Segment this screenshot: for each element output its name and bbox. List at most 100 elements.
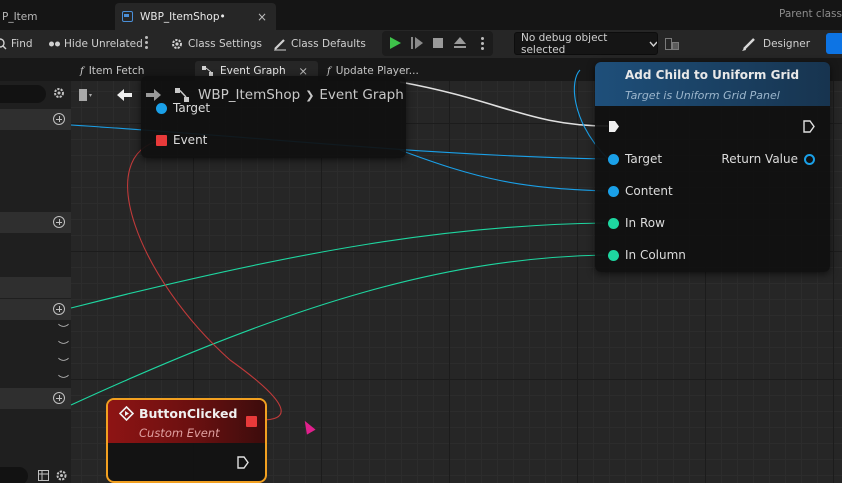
in-row-pin-label: In Row [625, 216, 665, 230]
document-tab-bar: P_Item WBP_ItemShop• × Parent class [0, 0, 842, 30]
gear-icon[interactable] [52, 86, 66, 100]
section-header-functions[interactable] [0, 212, 71, 233]
tab-item-label: P_Item [2, 10, 38, 23]
event-pin[interactable]: Event [156, 133, 207, 147]
hide-unrelated-label: Hide Unrelated [64, 38, 143, 50]
breadcrumb: WBP_ItemShop ❯ Event Graph [78, 82, 418, 108]
designer-label: Designer [763, 38, 811, 50]
gear-icon [172, 39, 182, 49]
parent-class-label: Parent class [778, 8, 842, 20]
section-header-dispatchers[interactable] [0, 388, 71, 409]
section-header-graphs[interactable] [0, 109, 71, 130]
in-column-pin[interactable]: In Column [608, 248, 686, 262]
exec-pin-icon[interactable] [803, 120, 815, 133]
chevron-down-icon[interactable]: ︶ [58, 338, 69, 354]
my-blueprint-panel: ︶ ︶ ︶ ︶ [0, 81, 71, 483]
toolbar-options-icon[interactable] [145, 36, 149, 50]
debug-object-select[interactable]: No debug object selected [514, 31, 658, 56]
target-pin[interactable]: Target [608, 152, 662, 166]
close-icon[interactable]: × [257, 10, 267, 24]
chevron-down-icon[interactable]: ︶ [58, 372, 69, 388]
int-pin-icon [608, 249, 619, 261]
button-clicked-custom-event-node[interactable]: ButtonClicked Custom Event [106, 398, 267, 483]
tab-wbp-itemshop-label: WBP_ItemShop• [140, 10, 226, 23]
forward-arrow-icon[interactable] [146, 88, 162, 102]
designer-icon [742, 38, 755, 51]
content-pin-label: Content [625, 184, 673, 198]
tab-item-fetch[interactable]: f Item Fetch [80, 61, 144, 81]
exec-pin-icon[interactable] [608, 120, 620, 133]
chevron-down-icon[interactable]: ︶ [58, 355, 69, 371]
in-column-pin-label: In Column [625, 248, 686, 262]
node-subtitle: Custom Event [139, 426, 220, 440]
find-button-label: Find [11, 38, 33, 50]
eject-icon[interactable] [454, 37, 467, 49]
node-subtitle: Target is Uniform Grid Panel [625, 89, 780, 102]
play-options-icon[interactable] [481, 37, 485, 51]
play-controls [382, 31, 493, 56]
blueprint-icon [122, 11, 133, 22]
class-defaults-button[interactable]: Class Defaults [273, 30, 366, 58]
pause-icon[interactable] [411, 37, 424, 50]
hide-unrelated-button[interactable]: Hide Unrelated [48, 30, 143, 58]
stop-icon[interactable] [433, 38, 444, 49]
function-icon: f [327, 65, 331, 77]
plus-circle-icon[interactable] [53, 392, 65, 404]
details-search-input[interactable] [0, 467, 28, 483]
table-view-icon[interactable] [38, 470, 49, 481]
function-icon: f [80, 65, 84, 77]
chevron-down-icon [649, 41, 657, 47]
play-icon[interactable] [389, 36, 402, 50]
delegate-pin-icon[interactable] [246, 416, 257, 427]
class-settings-label: Class Settings [188, 38, 263, 50]
find-button[interactable]: Find [0, 30, 33, 58]
return-value-pin[interactable]: Return Value [721, 152, 815, 166]
node-title: ButtonClicked [139, 406, 238, 421]
pencil-icon [274, 39, 286, 51]
blueprint-editor: P_Item WBP_ItemShop• × Parent class Find… [0, 0, 842, 483]
add-child-to-uniform-grid-node[interactable]: Add Child to Uniform Grid Target is Unif… [595, 62, 830, 272]
target-pin-label: Target [625, 152, 663, 166]
node-header: ButtonClicked Custom Event [108, 400, 265, 443]
exec-pin-icon[interactable] [237, 456, 249, 469]
delegate-pin-icon [156, 134, 167, 146]
section-header-macros[interactable] [0, 277, 71, 298]
tab-item-fetch-label: Item Fetch [88, 65, 145, 77]
tab-item[interactable]: P_Item [0, 3, 110, 30]
bookmark-icon[interactable] [78, 88, 93, 102]
section-header-variables[interactable] [0, 299, 71, 320]
breadcrumb-current[interactable]: Event Graph [319, 87, 403, 103]
search-icon [0, 38, 7, 50]
event-pin-label: Event [173, 133, 208, 147]
main-toolbar: Find Hide Unrelated Class Settings Class… [0, 30, 842, 58]
object-pin-icon [804, 153, 815, 165]
int-pin-icon [608, 217, 619, 229]
class-settings-button[interactable]: Class Settings [170, 30, 262, 58]
search-input[interactable] [0, 85, 46, 103]
graph-icon [202, 65, 213, 76]
debug-object-label: No debug object selected [521, 31, 608, 56]
content-pin[interactable]: Content [608, 184, 673, 198]
object-pin-icon [608, 153, 619, 165]
designer-button[interactable]: Designer [742, 30, 810, 58]
chevron-down-icon[interactable]: ︶ [58, 321, 69, 337]
plus-circle-icon[interactable] [53, 303, 65, 315]
plus-circle-icon[interactable] [53, 113, 65, 125]
gear-icon[interactable] [55, 469, 68, 482]
return-value-label: Return Value [721, 152, 798, 166]
debug-filter-icon[interactable] [665, 38, 679, 50]
class-defaults-label: Class Defaults [291, 38, 366, 50]
tab-wbp-itemshop[interactable]: WBP_ItemShop• × [115, 3, 276, 30]
in-row-pin[interactable]: In Row [608, 216, 665, 230]
node-header: Add Child to Uniform Grid Target is Unif… [595, 62, 830, 106]
breadcrumb-root[interactable]: WBP_ItemShop [198, 87, 300, 103]
node-title: Add Child to Uniform Grid [625, 68, 800, 82]
back-arrow-icon[interactable] [117, 88, 133, 102]
graph-icon [175, 88, 189, 102]
plus-circle-icon[interactable] [53, 216, 65, 228]
event-diamond-icon [119, 406, 134, 421]
breadcrumb-separator: ❯ [305, 88, 315, 102]
object-pin-icon [608, 185, 619, 197]
graph-mode-button[interactable] [826, 33, 842, 54]
filter-icon [49, 41, 60, 47]
